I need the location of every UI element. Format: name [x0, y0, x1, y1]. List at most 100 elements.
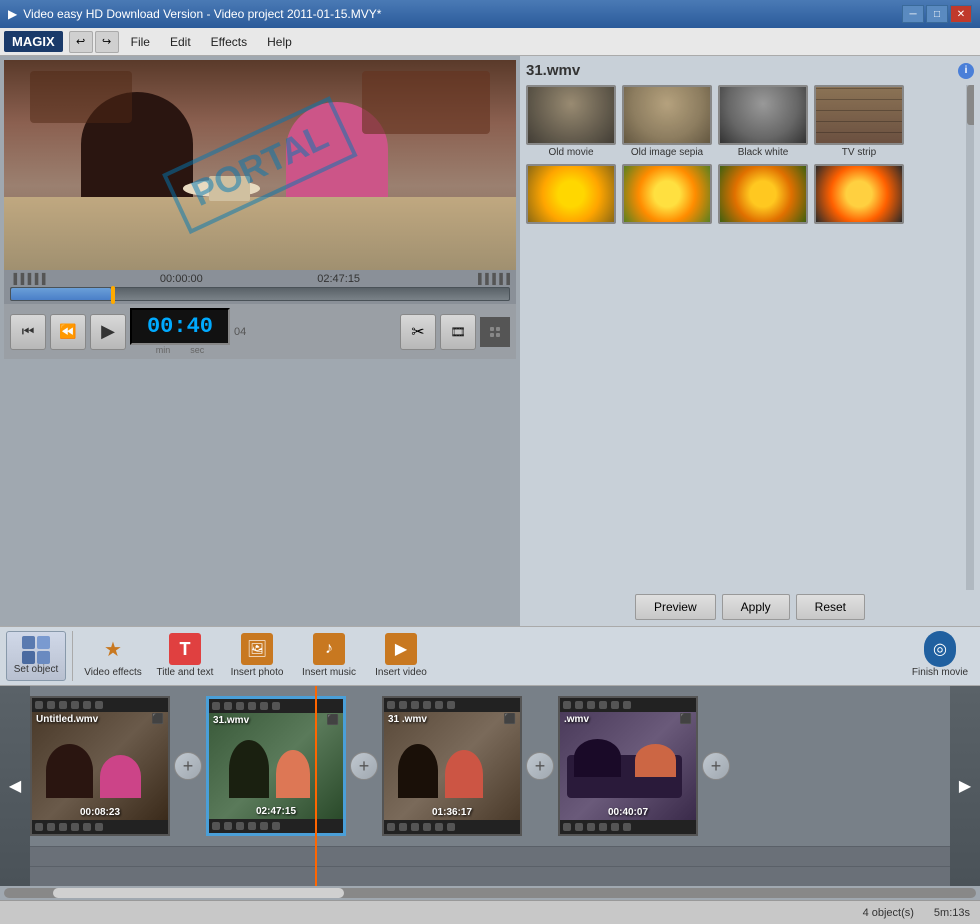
- timeline-content: Untitled.wmv ⬛ 00:08:23: [30, 686, 950, 886]
- clip-marker-3: ⬛: [504, 714, 516, 725]
- redo-button[interactable]: ↪: [95, 31, 119, 53]
- total-time-display: 02:47:15: [317, 273, 360, 285]
- clip-duration-1: 00:08:23: [80, 807, 120, 818]
- clip-duration-2: 02:47:15: [256, 806, 296, 817]
- timeline-scroll-left[interactable]: ◀: [0, 686, 30, 886]
- menu-effects[interactable]: Effects: [201, 31, 257, 53]
- clip-label-2: 31.wmv: [213, 715, 249, 726]
- timeline-clip-3[interactable]: 31 .wmv ⬛ 01:36:17: [382, 696, 522, 836]
- magix-logo: MAGIX: [4, 31, 63, 52]
- timeline-scroll-right[interactable]: ▶: [950, 686, 980, 886]
- preview-button[interactable]: Preview: [635, 594, 716, 620]
- effects-buttons: Preview Apply Reset: [526, 594, 974, 620]
- main-content: PORTAL ▐▐▐▐▐ 00:00:00 02:47:15 ▐▐▐▐▐ ⏮ ⏪…: [0, 56, 980, 626]
- insert-video-button[interactable]: ▶ Insert video: [367, 630, 435, 682]
- filmstrip-bottom-1: [32, 820, 168, 834]
- clip-label-1: Untitled.wmv: [36, 714, 98, 725]
- video-effects-label: Video effects: [84, 667, 141, 679]
- scrubber-track[interactable]: [10, 287, 510, 301]
- title-bar: ▶ Video easy HD Download Version - Video…: [0, 0, 980, 28]
- apply-button[interactable]: Apply: [722, 594, 790, 620]
- insert-music-label: Insert music: [302, 667, 356, 679]
- menu-help[interactable]: Help: [257, 31, 302, 53]
- insert-music-button[interactable]: ♪ Insert music: [295, 630, 363, 682]
- effect-color1[interactable]: [526, 164, 616, 226]
- insert-video-label: Insert video: [375, 667, 427, 679]
- menu-file[interactable]: File: [121, 31, 160, 53]
- effect-sepia[interactable]: Old image sepia: [622, 85, 712, 158]
- timeline-scrollbar: [0, 886, 980, 900]
- finish-movie-label: Finish movie: [912, 667, 968, 679]
- effect-color2[interactable]: [622, 164, 712, 226]
- effect-sepia-label: Old image sepia: [622, 147, 712, 158]
- maximize-button[interactable]: □: [926, 5, 948, 23]
- add-clip-btn-1[interactable]: +: [174, 752, 202, 780]
- reset-button[interactable]: Reset: [796, 594, 865, 620]
- insert-photo-button[interactable]: 🖼 Insert photo: [223, 630, 291, 682]
- filmstrip-top-3: [384, 698, 520, 712]
- effect-color4[interactable]: [814, 164, 904, 226]
- title-text-icon: T: [169, 633, 201, 665]
- window-title: Video easy HD Download Version - Video p…: [23, 7, 902, 21]
- title-text-button[interactable]: T Title and text: [151, 630, 219, 682]
- left-panel: PORTAL ▐▐▐▐▐ 00:00:00 02:47:15 ▐▐▐▐▐ ⏮ ⏪…: [0, 56, 520, 626]
- set-object-button[interactable]: Set object: [6, 631, 66, 681]
- scrollbar-thumb[interactable]: [53, 888, 345, 898]
- grip-control: [480, 317, 510, 347]
- rewind-button[interactable]: ⏪: [50, 314, 86, 350]
- effects-scrollbar[interactable]: [966, 85, 974, 590]
- clip-duration-3: 01:36:17: [432, 807, 472, 818]
- effects-scroll-area: Old movie Old image sepia: [526, 85, 974, 590]
- effects-scroll-thumb[interactable]: [967, 85, 974, 125]
- app-icon: ▶: [8, 7, 17, 21]
- video-effects-button[interactable]: ★ Video effects: [79, 630, 147, 682]
- effect-bw[interactable]: Black white: [718, 85, 808, 158]
- scissors-button[interactable]: ✂: [400, 314, 436, 350]
- timeline-clip-4[interactable]: .wmv ⬛ 00:40:07: [558, 696, 698, 836]
- clip-label-4: .wmv: [564, 714, 589, 725]
- add-clip-btn-3[interactable]: +: [526, 752, 554, 780]
- insert-photo-label: Insert photo: [231, 667, 284, 679]
- filmstrip-top-1: [32, 698, 168, 712]
- undo-button[interactable]: ↩: [69, 31, 93, 53]
- filmstrip-bottom-3: [384, 820, 520, 834]
- skip-back-button[interactable]: ⏮: [10, 314, 46, 350]
- video-effects-icon: ★: [97, 633, 129, 665]
- clip-marker-4: ⬛: [680, 714, 692, 725]
- scrubber-handle[interactable]: [111, 286, 115, 304]
- effect-color3[interactable]: [718, 164, 808, 226]
- timeline-clip-1[interactable]: Untitled.wmv ⬛ 00:08:23: [30, 696, 170, 836]
- effect-oldmovie[interactable]: Old movie: [526, 85, 616, 158]
- clip-marker-2: ⬛: [327, 715, 339, 726]
- counter-value: 00:40: [147, 314, 213, 339]
- clip-label-3: 31 .wmv: [388, 714, 427, 725]
- toolbar-strip: Set object ★ Video effects T Title and t…: [0, 626, 980, 686]
- finish-movie-icon: ◎: [924, 633, 956, 665]
- clip-image-4: .wmv ⬛ 00:40:07: [560, 712, 696, 820]
- timeline-clip-2[interactable]: 31.wmv ⬛ 02:47:15: [206, 696, 346, 836]
- counter-sec-label: sec: [190, 345, 204, 355]
- set-object-label: Set object: [14, 664, 58, 676]
- clip-image-3: 31 .wmv ⬛ 01:36:17: [384, 712, 520, 820]
- clip-marker-1: ⬛: [152, 714, 164, 725]
- effects-row-2: [526, 164, 974, 226]
- play-button[interactable]: ▶: [90, 314, 126, 350]
- effect-tvstrip[interactable]: TV strip: [814, 85, 904, 158]
- add-clip-btn-4[interactable]: +: [702, 752, 730, 780]
- menu-edit[interactable]: Edit: [160, 31, 201, 53]
- scrollbar-track[interactable]: [4, 888, 976, 898]
- clip-trim-button[interactable]: 🎞: [440, 314, 476, 350]
- add-clip-btn-2[interactable]: +: [350, 752, 378, 780]
- info-icon[interactable]: i: [958, 63, 974, 79]
- filmstrip-bottom-4: [560, 820, 696, 834]
- minimize-button[interactable]: ─: [902, 5, 924, 23]
- finish-movie-button[interactable]: ◎ Finish movie: [906, 630, 974, 682]
- timeline-track-empty-2: [30, 866, 950, 886]
- filmstrip-bottom-2: [209, 819, 343, 833]
- transport-area: ⏮ ⏪ ▶ 00:40 min sec 04 ✂ 🎞: [4, 304, 516, 359]
- effect-tvstrip-label: TV strip: [814, 147, 904, 158]
- time-counter: 00:40: [130, 308, 230, 345]
- counter-min-label: min: [156, 345, 171, 355]
- close-button[interactable]: ✕: [950, 5, 972, 23]
- frame-count: 04: [234, 326, 246, 338]
